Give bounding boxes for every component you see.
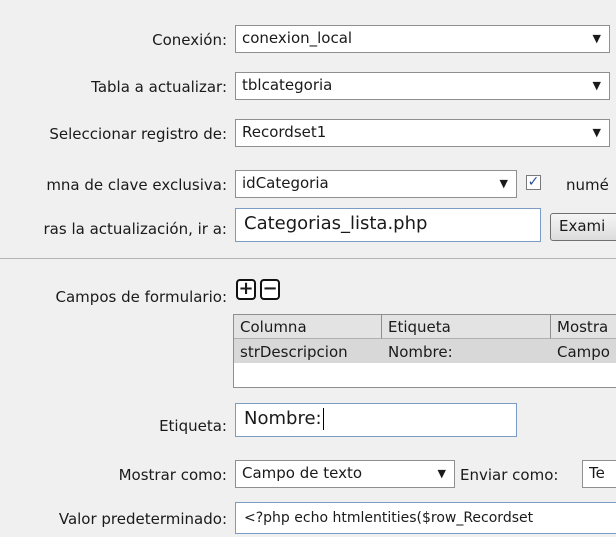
table-row-cell-columna[interactable]: strDescripcion	[234, 339, 382, 363]
chevron-down-icon: ▼	[592, 126, 601, 139]
redirect-input[interactable]: Categorias_lista.php	[235, 208, 541, 242]
section-divider	[0, 258, 616, 259]
table-value: tblcategoria	[242, 76, 333, 94]
recordset-label: Seleccionar registro de:	[49, 125, 227, 143]
key-column-value: idCategoria	[242, 174, 329, 192]
field-label-label: Etiqueta:	[159, 417, 227, 435]
redirect-label: ras la actualización, ir a:	[43, 220, 227, 238]
field-label-value: Nombre:	[244, 408, 322, 429]
send-as-select[interactable]: Te	[582, 460, 616, 488]
chevron-down-icon: ▼	[592, 79, 601, 92]
table-row-cell-etiqueta[interactable]: Nombre:	[382, 339, 551, 363]
column-header-mostrar[interactable]: Mostra	[551, 315, 616, 339]
default-value-label: Valor predeterminado:	[58, 510, 227, 528]
form-fields-label: Campos de formulario:	[55, 288, 227, 306]
browse-button[interactable]: Exami	[550, 213, 616, 241]
chevron-down-icon: ▼	[592, 32, 601, 45]
numeric-label: numé	[566, 176, 609, 194]
plus-icon[interactable]: +	[236, 279, 256, 300]
chevron-down-icon: ▼	[499, 177, 508, 190]
column-header-columna[interactable]: Columna	[234, 315, 382, 339]
recordset-select[interactable]: Recordset1 ▼	[235, 119, 610, 147]
key-column-select[interactable]: idCategoria ▼	[235, 170, 517, 198]
connection-value: conexion_local	[242, 29, 353, 47]
column-header-etiqueta[interactable]: Etiqueta	[382, 315, 551, 339]
connection-select[interactable]: conexion_local ▼	[235, 25, 610, 53]
default-value-input[interactable]: <?php echo htmlentities($row_Recordset	[235, 502, 616, 534]
chevron-down-icon: ▼	[437, 467, 446, 480]
send-as-label: Enviar como:	[460, 466, 559, 484]
field-label-input[interactable]: Nombre:	[235, 403, 517, 437]
display-as-value: Campo de texto	[242, 464, 363, 482]
table-row-cell-mostrar[interactable]: Campo	[551, 339, 616, 363]
display-as-select[interactable]: Campo de texto ▼	[235, 460, 455, 488]
text-cursor	[322, 408, 324, 430]
key-column-label: mna de clave exclusiva:	[46, 176, 227, 194]
recordset-value: Recordset1	[242, 123, 327, 141]
minus-icon[interactable]: −	[260, 279, 280, 300]
send-as-value: Te	[589, 464, 605, 482]
numeric-checkbox[interactable]: ✓	[526, 175, 541, 190]
display-as-label: Mostrar como:	[118, 466, 227, 484]
table-select[interactable]: tblcategoria ▼	[235, 72, 610, 100]
table-label: Tabla a actualizar:	[91, 78, 227, 96]
connection-label: Conexión:	[152, 31, 227, 49]
form-fields-grid[interactable]: Columna Etiqueta Mostra strDescripcion N…	[233, 314, 616, 388]
